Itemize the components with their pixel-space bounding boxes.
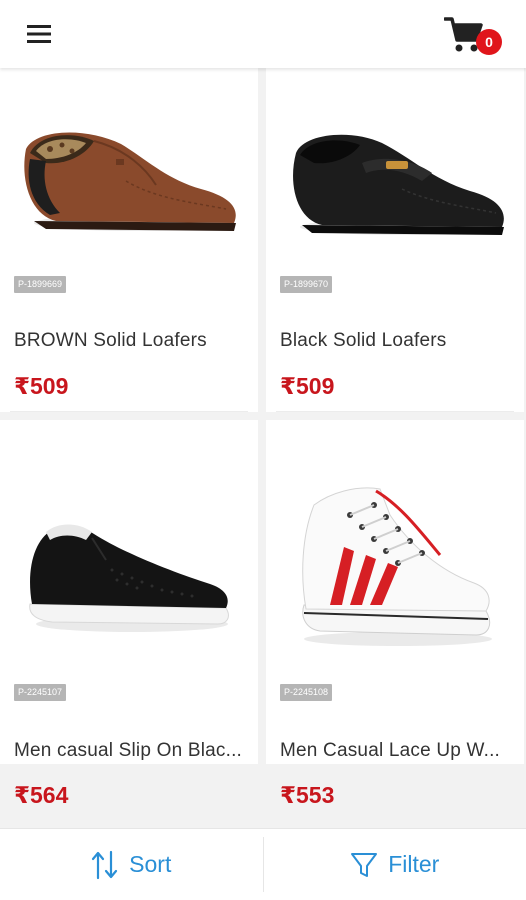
white-sneaker-image [302, 487, 492, 646]
black-loafer-image [293, 134, 504, 235]
card-divider [276, 411, 514, 412]
product-card[interactable]: P-2245108 Men Casual Lace Up W... ₹553 [266, 420, 524, 808]
top-app-bar: 0 [0, 0, 526, 68]
product-card[interactable]: P-2245107 Men casual Slip On Blac... ₹56… [0, 420, 258, 808]
cart-count-badge: 0 [476, 29, 502, 55]
product-card[interactable]: P-1899670 Black Solid Loafers ₹509 [266, 68, 524, 412]
filter-label: Filter [388, 851, 440, 877]
sort-arrows-icon [92, 850, 118, 879]
product-sku: P-2245107 [14, 684, 67, 701]
brown-loafer-image [24, 132, 236, 231]
menu-button[interactable] [20, 18, 60, 50]
cart-button[interactable]: 0 [440, 12, 504, 58]
funnel-filter-icon [351, 852, 378, 877]
product-price: ₹509 [14, 373, 69, 399]
product-sku: P-1899670 [280, 276, 333, 293]
product-title[interactable]: Men casual Slip On Blac... [14, 740, 250, 762]
filter-button[interactable]: Filter [264, 829, 526, 900]
product-grid: P-1899669 BROWN Solid Loafers ₹509 P-189… [0, 68, 526, 828]
black-slip-on-image [29, 524, 229, 632]
product-price: ₹564 [14, 782, 69, 808]
product-price: ₹509 [280, 373, 335, 399]
product-title[interactable]: Men Casual Lace Up W... [280, 740, 516, 762]
card-divider [10, 411, 248, 412]
bottom-action-bar: Sort Filter [0, 828, 526, 900]
sort-label: Sort [129, 851, 172, 877]
product-card[interactable]: P-1899669 BROWN Solid Loafers ₹509 [0, 68, 258, 412]
product-title[interactable]: BROWN Solid Loafers [14, 330, 250, 352]
sort-button[interactable]: Sort [0, 829, 263, 900]
product-title[interactable]: Black Solid Loafers [280, 330, 516, 352]
app-screen: 0 P-1899669 BROWN Solid Loafers ₹509 P-1… [0, 0, 526, 900]
product-image [266, 68, 524, 300]
product-sku: P-2245108 [280, 684, 333, 701]
product-sku: P-1899669 [14, 276, 67, 293]
product-image [266, 460, 524, 670]
product-image [0, 68, 258, 300]
product-price: ₹553 [280, 782, 335, 808]
product-image [0, 480, 258, 660]
hamburger-menu-icon [27, 25, 51, 43]
